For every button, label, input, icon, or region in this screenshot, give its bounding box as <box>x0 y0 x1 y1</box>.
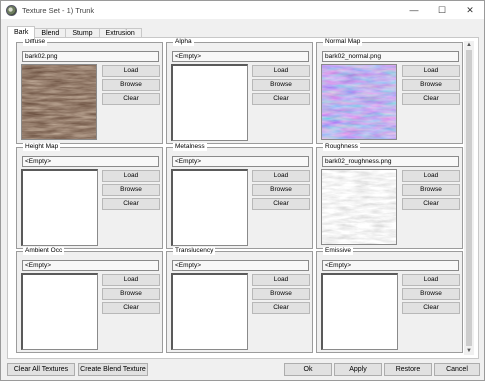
group-alpha: Alpha <Empty> Load Browse Clear <box>166 38 313 144</box>
vertical-scrollbar[interactable]: ▲ ▼ <box>464 41 474 355</box>
normal-map-clear-button[interactable]: Clear <box>402 93 460 105</box>
diffuse-file-field[interactable]: bark02.png <box>22 51 159 62</box>
metalness-preview <box>171 169 248 246</box>
group-title: Alpha <box>173 38 194 46</box>
metalness-file-field[interactable]: <Empty> <box>172 156 309 167</box>
tab-bark[interactable]: Bark <box>7 26 36 39</box>
metalness-clear-button[interactable]: Clear <box>252 198 310 210</box>
translucency-preview <box>171 273 248 350</box>
roughness-texture-image <box>322 170 396 244</box>
ambient-occ-file-field[interactable]: <Empty> <box>22 260 159 271</box>
alpha-preview <box>171 64 248 141</box>
alpha-browse-button[interactable]: Browse <box>252 79 310 91</box>
bark-texture-image <box>22 65 96 139</box>
height-map-load-button[interactable]: Load <box>102 170 160 182</box>
group-title: Translucency <box>173 247 216 255</box>
tab-panel-bark: Diffuse bark02.png Load Browse Clear Alp… <box>7 37 479 359</box>
create-blend-texture-button[interactable]: Create Blend Texture <box>78 363 148 376</box>
normal-map-browse-button[interactable]: Browse <box>402 79 460 91</box>
title-bar: Texture Set - 1) Trunk — ☐ ✕ <box>1 1 484 19</box>
emissive-browse-button[interactable]: Browse <box>402 288 460 300</box>
close-button[interactable]: ✕ <box>456 1 484 19</box>
ambient-occ-preview <box>21 273 98 350</box>
translucency-clear-button[interactable]: Clear <box>252 302 310 314</box>
scroll-down-arrow-icon[interactable]: ▼ <box>464 347 474 355</box>
group-diffuse: Diffuse bark02.png Load Browse Clear <box>16 38 163 144</box>
translucency-file-field[interactable]: <Empty> <box>172 260 309 271</box>
alpha-file-field[interactable]: <Empty> <box>172 51 309 62</box>
metalness-load-button[interactable]: Load <box>252 170 310 182</box>
diffuse-browse-button[interactable]: Browse <box>102 79 160 91</box>
normal-map-load-button[interactable]: Load <box>402 65 460 77</box>
alpha-load-button[interactable]: Load <box>252 65 310 77</box>
normal-map-preview <box>321 64 397 140</box>
ambient-occ-browse-button[interactable]: Browse <box>102 288 160 300</box>
group-title: Emissive <box>323 247 354 255</box>
group-title: Ambient Occ <box>23 247 65 255</box>
group-title: Normal Map <box>323 38 363 46</box>
height-map-browse-button[interactable]: Browse <box>102 184 160 196</box>
group-title: Diffuse <box>23 38 48 46</box>
app-icon <box>6 4 17 16</box>
group-title: Metalness <box>173 143 207 151</box>
diffuse-clear-button[interactable]: Clear <box>102 93 160 105</box>
roughness-browse-button[interactable]: Browse <box>402 184 460 196</box>
ambient-occ-load-button[interactable]: Load <box>102 274 160 286</box>
height-map-clear-button[interactable]: Clear <box>102 198 160 210</box>
scroll-up-arrow-icon[interactable]: ▲ <box>464 41 474 49</box>
ambient-occ-clear-button[interactable]: Clear <box>102 302 160 314</box>
group-metalness: Metalness <Empty> Load Browse Clear <box>166 143 313 249</box>
emissive-preview <box>321 273 398 350</box>
restore-button[interactable]: Restore <box>384 363 432 376</box>
group-roughness: Roughness bark02_roughness.png Load Brow… <box>316 143 463 249</box>
height-map-file-field[interactable]: <Empty> <box>22 156 159 167</box>
group-translucency: Translucency <Empty> Load Browse Clear <box>166 247 313 353</box>
apply-button[interactable]: Apply <box>334 363 382 376</box>
scroll-thumb[interactable] <box>466 50 472 346</box>
group-height-map: Height Map <Empty> Load Browse Clear <box>16 143 163 249</box>
normal-map-texture-image <box>322 65 396 139</box>
maximize-button[interactable]: ☐ <box>428 1 456 19</box>
translucency-browse-button[interactable]: Browse <box>252 288 310 300</box>
group-title: Height Map <box>23 143 61 151</box>
minimize-button[interactable]: — <box>400 1 428 19</box>
normal-map-file-field[interactable]: bark02_normal.png <box>322 51 459 62</box>
emissive-load-button[interactable]: Load <box>402 274 460 286</box>
alpha-clear-button[interactable]: Clear <box>252 93 310 105</box>
roughness-load-button[interactable]: Load <box>402 170 460 182</box>
texture-set-window: Texture Set - 1) Trunk — ☐ ✕ Bark Blend … <box>0 0 485 381</box>
roughness-file-field[interactable]: bark02_roughness.png <box>322 156 459 167</box>
translucency-load-button[interactable]: Load <box>252 274 310 286</box>
window-title: Texture Set - 1) Trunk <box>22 5 95 15</box>
group-normal-map: Normal Map bark02_normal.png Load Browse… <box>316 38 463 144</box>
emissive-clear-button[interactable]: Clear <box>402 302 460 314</box>
height-map-preview <box>21 169 98 246</box>
group-ambient-occ: Ambient Occ <Empty> Load Browse Clear <box>16 247 163 353</box>
diffuse-preview <box>21 64 97 140</box>
group-emissive: Emissive <Empty> Load Browse Clear <box>316 247 463 353</box>
ok-button[interactable]: Ok <box>284 363 332 376</box>
metalness-browse-button[interactable]: Browse <box>252 184 310 196</box>
group-title: Roughness <box>323 143 360 151</box>
roughness-preview <box>321 169 397 245</box>
emissive-file-field[interactable]: <Empty> <box>322 260 459 271</box>
diffuse-load-button[interactable]: Load <box>102 65 160 77</box>
cancel-button[interactable]: Cancel <box>434 363 480 376</box>
clear-all-textures-button[interactable]: Clear All Textures <box>7 363 75 376</box>
roughness-clear-button[interactable]: Clear <box>402 198 460 210</box>
